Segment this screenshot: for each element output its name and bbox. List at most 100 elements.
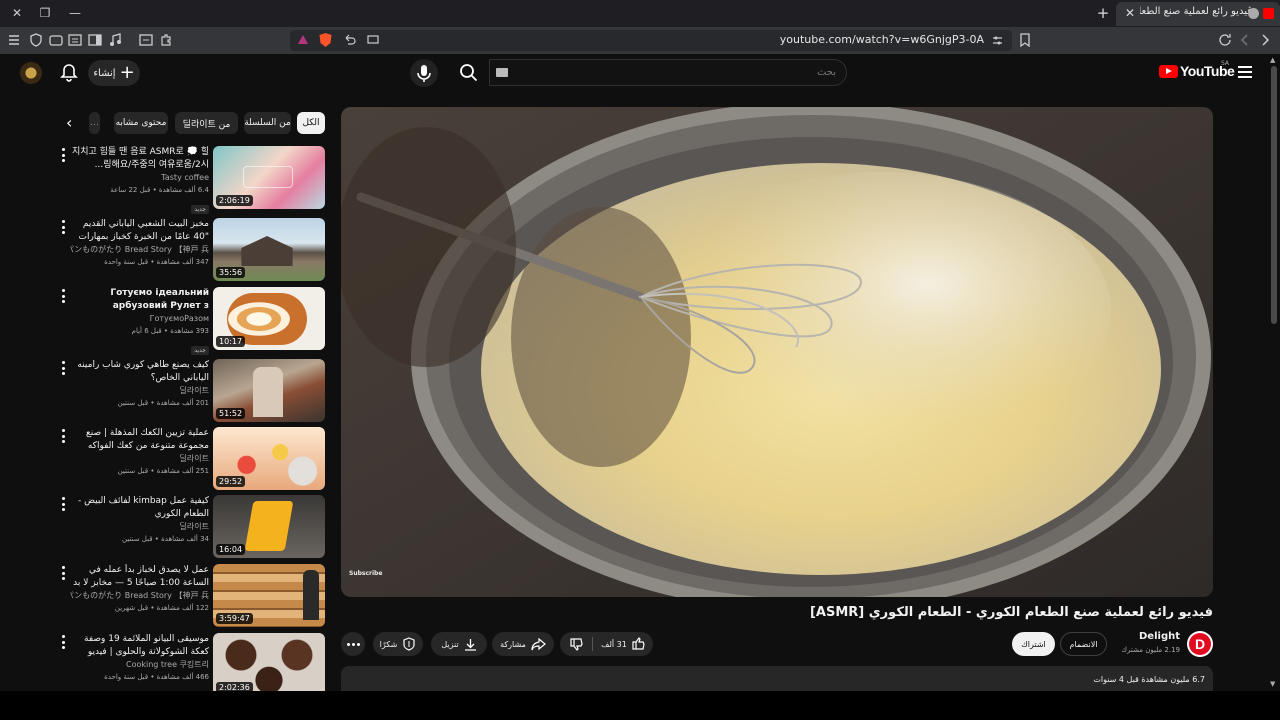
- chip-similar[interactable]: محتوى مشابه: [114, 112, 168, 134]
- keyboard-icon[interactable]: [496, 68, 508, 77]
- video-title[interactable]: 지치고 힘들 땐 음료 ASMR로 💭 힐링해요/주중의 여유로움/2시...: [70, 146, 209, 172]
- chips-scroll-left-icon[interactable]: ‹: [66, 114, 82, 132]
- hamburger-menu-icon[interactable]: [6, 32, 22, 48]
- video-duration: 51:52: [216, 408, 246, 419]
- more-actions-icon[interactable]: [60, 429, 66, 443]
- screenshot-icon[interactable]: [138, 32, 154, 48]
- video-title[interactable]: عملية تزيين الكعك المذهلة | صنع مجموعة م…: [70, 427, 209, 453]
- like-button[interactable]: 31 ألف: [593, 632, 653, 656]
- create-button[interactable]: + إنشاء: [88, 60, 140, 86]
- scrollbar-thumb[interactable]: [1271, 66, 1277, 324]
- search-button[interactable]: [450, 58, 488, 88]
- download-button[interactable]: تنزيل: [431, 632, 487, 656]
- reload-icon[interactable]: [1217, 32, 1233, 48]
- video-title[interactable]: موسيقى البيانو الملائمة 19 وصفة كعكة الش…: [70, 633, 209, 659]
- video-channel[interactable]: ГотуємоРазом: [70, 313, 209, 325]
- window-close-icon[interactable]: ✕: [6, 4, 28, 22]
- list-item[interactable]: عمل لا يصدق لخباز بدأ عمله في الساعة 1:0…: [60, 564, 326, 628]
- list-item[interactable]: عملية تزيين الكعك المذهلة | صنع مجموعة م…: [60, 427, 326, 491]
- scroll-down-arrow-icon[interactable]: ▼: [1270, 680, 1275, 688]
- sidebar-icon[interactable]: [87, 32, 103, 48]
- brave-shields-icon[interactable]: [318, 32, 333, 48]
- more-actions-icon[interactable]: [60, 566, 66, 580]
- more-actions-button[interactable]: [341, 632, 365, 656]
- bookmark-icon[interactable]: [1017, 32, 1033, 48]
- chip-delight[interactable]: 딜라이트 من: [175, 112, 238, 134]
- search-input[interactable]: [536, 60, 836, 85]
- video-channel[interactable]: 딜라이트: [70, 453, 209, 465]
- window-restore-icon[interactable]: ❐: [34, 4, 56, 22]
- guide-menu-icon[interactable]: [1238, 66, 1252, 78]
- video-channel[interactable]: パンものがたり Bread Story 【神戸 兵...: [70, 590, 209, 602]
- video-channel[interactable]: 딜라이트: [70, 521, 209, 533]
- video-title[interactable]: عمل لا يصدق لخباز بدأ عمله في الساعة 1:0…: [70, 564, 209, 590]
- account-avatar[interactable]: [20, 62, 42, 84]
- brave-rewards-icon[interactable]: [296, 33, 310, 47]
- list-item[interactable]: كيفية عمل kimbap لفائف البيض - الطعام ال…: [60, 495, 326, 559]
- video-thumbnail[interactable]: 35:56: [213, 218, 325, 281]
- more-actions-icon[interactable]: [60, 361, 66, 375]
- shield-icon[interactable]: [28, 32, 44, 48]
- list-item[interactable]: موسيقى البيانو الملائمة 19 وصفة كعكة الش…: [60, 633, 326, 691]
- list-item[interactable]: مخبز البيت الشعبي الياباني القديم "40 عا…: [60, 218, 326, 282]
- video-thumbnail[interactable]: 29:52: [213, 427, 325, 490]
- more-actions-icon[interactable]: [60, 148, 66, 162]
- music-icon[interactable]: [107, 32, 123, 48]
- forward-arrow-icon[interactable]: [1257, 32, 1273, 48]
- download-icon: [464, 638, 476, 651]
- site-settings-icon[interactable]: [991, 34, 1004, 47]
- tab-favicons: [1248, 8, 1274, 19]
- undo-icon[interactable]: [342, 33, 356, 47]
- window-minimize-icon[interactable]: —: [64, 4, 86, 22]
- voice-search-button[interactable]: [410, 59, 438, 87]
- more-actions-icon[interactable]: [60, 220, 66, 234]
- browser-tab-active[interactable]: ✕ ڤيديو رائع لعملية صنع الطعام ال: [1116, 2, 1280, 26]
- address-bar[interactable]: youtube.com/watch?v=w6GnjgP3-0A: [290, 30, 1012, 51]
- channel-name[interactable]: Delight: [1100, 631, 1180, 642]
- search-icon: [460, 64, 478, 82]
- list-item[interactable]: كيف يصنع طاهي كوري شاب رامينه الياباني ا…: [60, 359, 326, 423]
- list-item[interactable]: Готуємо ідеальний арбузовий Рулет з начи…: [60, 287, 326, 355]
- more-actions-icon[interactable]: [60, 635, 66, 649]
- notifications-bell-icon[interactable]: [60, 63, 78, 83]
- share-button[interactable]: مشاركة: [492, 632, 554, 656]
- more-actions-icon[interactable]: [60, 289, 66, 303]
- dislike-button[interactable]: [560, 632, 592, 656]
- video-thumbnail[interactable]: 3:59:47: [213, 564, 325, 627]
- video-channel[interactable]: Cooking tree 쿠킹트리: [70, 659, 209, 671]
- reader-icon[interactable]: [67, 32, 83, 48]
- video-title[interactable]: Готуємо ідеальний арбузовий Рулет з начи…: [70, 287, 209, 313]
- list-item[interactable]: 지치고 힘들 땐 음료 ASMR로 💭 힐링해요/주중의 여유로움/2시... …: [60, 146, 326, 214]
- video-title[interactable]: كيف يصنع طاهي كوري شاب رامينه الياباني ا…: [70, 359, 209, 385]
- thanks-label: شكرًا: [379, 639, 398, 649]
- wallet-icon[interactable]: [48, 32, 64, 48]
- more-actions-icon[interactable]: [60, 497, 66, 511]
- channel-avatar[interactable]: D: [1187, 631, 1213, 657]
- subscribe-button[interactable]: اشتراك: [1012, 632, 1055, 656]
- video-player[interactable]: Subscribe: [341, 107, 1213, 597]
- video-thumbnail[interactable]: 16:04: [213, 495, 325, 558]
- chip-all[interactable]: الكل: [297, 112, 325, 134]
- chip-series[interactable]: من السلسلة: [244, 112, 291, 134]
- tab-close-icon[interactable]: ✕: [1122, 5, 1138, 21]
- tab-title: ڤيديو رائع لعملية صنع الطعام ال: [1140, 6, 1252, 17]
- video-thumbnail[interactable]: 2:02:36: [213, 633, 325, 691]
- join-button[interactable]: الانضمام: [1060, 632, 1107, 656]
- video-title[interactable]: مخبز البيت الشعبي الياباني القديم "40 عا…: [70, 218, 209, 244]
- scroll-up-arrow-icon[interactable]: ▲: [1270, 56, 1275, 64]
- video-channel[interactable]: 딜라이트: [70, 385, 209, 397]
- page-scrollbar[interactable]: ▲ ▼: [1268, 54, 1280, 690]
- cast-icon[interactable]: [366, 33, 380, 47]
- video-thumbnail[interactable]: 2:06:19: [213, 146, 325, 209]
- video-channel[interactable]: Tasty coffee: [70, 172, 209, 184]
- video-channel[interactable]: パンものがたり Bread Story 【神戸 兵...: [70, 244, 209, 256]
- youtube-logo[interactable]: YouTube SA: [1159, 60, 1235, 79]
- video-meta: 122 ألف مشاهدة • قبل شهرين: [114, 604, 209, 612]
- new-tab-button[interactable]: +: [1094, 4, 1112, 22]
- extensions-icon[interactable]: [158, 32, 174, 48]
- thanks-button[interactable]: شكرًا: [373, 632, 423, 656]
- video-thumbnail[interactable]: 10:17: [213, 287, 325, 350]
- back-arrow-icon[interactable]: [1237, 32, 1253, 48]
- video-title[interactable]: كيفية عمل kimbap لفائف البيض - الطعام ال…: [70, 495, 209, 521]
- video-thumbnail[interactable]: 51:52: [213, 359, 325, 422]
